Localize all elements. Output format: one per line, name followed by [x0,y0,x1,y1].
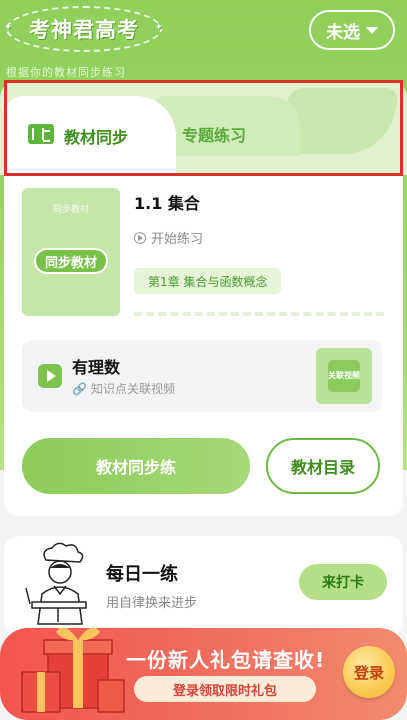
daily-subtitle: 用自律换来进步 [106,596,198,611]
textbook-catalog-button[interactable]: 教材目录 [266,438,380,494]
tab-label: 专题练习 [182,126,247,145]
link-icon: 🔗 [72,381,87,396]
select-label: 未选 [326,22,360,43]
header-subtitle: 根据你的教材同步练习 [6,66,126,79]
cover-caption: 同步教材 [52,205,89,215]
play-icon [38,364,62,388]
textbook-card: 同步教材 同步教材 1.1 集合 开始练习 第1章 集合与函数概念 有理数 🔗 … [4,176,403,516]
thumbnail-label: 关联视频 [328,360,360,392]
sparkle-icon: ✦ [4,22,14,33]
logo-text: 考神君高考 [29,18,139,42]
lesson-title[interactable]: 1.1 集合 [134,190,200,214]
student-illustration [25,542,87,625]
play-circle-icon [134,231,146,244]
divider [134,312,384,316]
knowledge-subtitle-text: 知识点关联视频 [90,382,175,396]
app-logo: ✦ 考神君高考 ✦ [4,6,164,52]
chapter-tag: 第1章 集合与函数概念 [134,268,282,294]
banner-title: 一份新人礼包请查收! [126,648,326,672]
textbook-practice-button[interactable]: 教材同步练 [22,438,250,494]
book-icon [28,124,54,144]
gift-box-icon [21,627,125,713]
tab-textbook-sync[interactable]: 教材同步 [6,96,176,175]
tab-bar: 专题练习 教材同步 [0,80,407,175]
knowledge-video-item[interactable]: 有理数 🔗 知识点关联视频 关联视频 [22,340,382,412]
knowledge-title: 有理数 [72,358,121,377]
login-button[interactable]: 登录 [343,646,395,698]
daily-practice-card: 每日一练 用自律换来进步 来打卡 [4,536,403,636]
banner-subtitle-button[interactable]: 登录领取限时礼包 [134,676,316,702]
new-user-gift-banner[interactable]: 一份新人礼包请查收! 登录领取限时礼包 登录 [0,627,407,720]
start-practice-link[interactable]: 开始练习 [134,228,203,247]
grade-select-button[interactable]: 未选 [309,10,395,50]
chevron-down-icon [366,26,378,34]
cover-tag: 同步教材 [34,248,108,274]
sparkle-icon: ✦ [154,22,164,33]
textbook-cover[interactable]: 同步教材 同步教材 [22,188,120,316]
tab-label: 教材同步 [64,128,129,147]
daily-title: 每日一练 [106,564,178,585]
knowledge-subtitle: 🔗 知识点关联视频 [72,380,175,397]
start-label: 开始练习 [151,232,204,247]
video-thumbnail[interactable]: 关联视频 [316,348,372,404]
checkin-button[interactable]: 来打卡 [299,564,387,600]
